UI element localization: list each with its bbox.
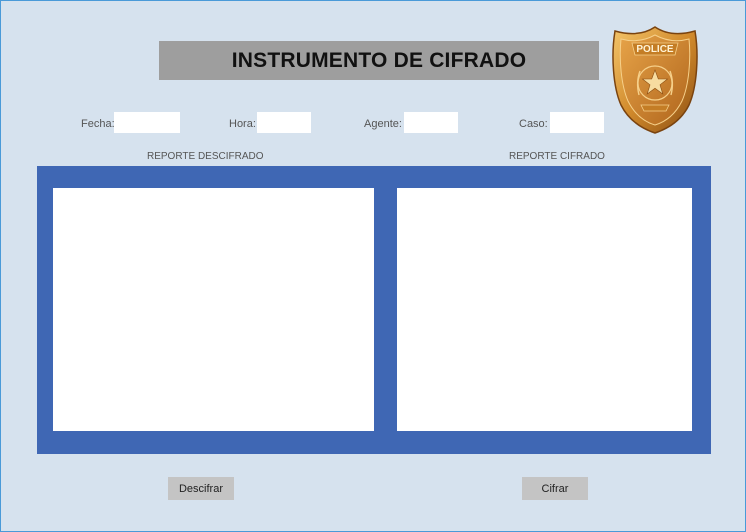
reporte-cifrado-label: REPORTE CIFRADO [509, 151, 605, 162]
badge-text: POLICE [636, 44, 674, 55]
page-title: INSTRUMENTO DE CIFRADO [231, 48, 527, 72]
caso-label: Caso: [519, 118, 548, 130]
hora-field[interactable] [257, 112, 311, 133]
caso-field[interactable] [550, 112, 604, 133]
fecha-field[interactable] [114, 112, 180, 133]
hora-label: Hora: [229, 118, 256, 130]
title-bar: INSTRUMENTO DE CIFRADO [159, 41, 599, 80]
agente-field[interactable] [404, 112, 458, 133]
reports-frame [37, 166, 711, 454]
main-window: INSTRUMENTO DE CIFRADO POLICE Fecha: Hor… [0, 0, 746, 532]
cifrar-button[interactable]: Cifrar [522, 477, 588, 500]
agente-label: Agente: [364, 118, 402, 130]
police-badge-icon: POLICE [612, 26, 698, 134]
fecha-label: Fecha: [81, 118, 115, 130]
reporte-descifrado-textarea[interactable] [53, 188, 374, 431]
descifrar-button[interactable]: Descifrar [168, 477, 234, 500]
reporte-descifrado-label: REPORTE DESCIFRADO [147, 151, 264, 162]
reporte-cifrado-textarea[interactable] [397, 188, 692, 431]
